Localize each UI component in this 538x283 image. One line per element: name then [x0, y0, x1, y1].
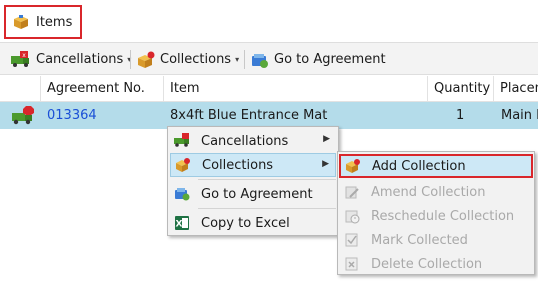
menu-item-label: Amend Collection [371, 184, 486, 200]
agreement-number-link[interactable]: 013364 [47, 102, 97, 129]
go-to-agreement-label: Go to Agreement [274, 52, 386, 67]
cancellations-dropdown-button[interactable]: x Cancellations ▾ [10, 43, 131, 76]
grid-header: Agreement No. Item Quantity Placem [0, 76, 538, 102]
menu-item-label: Copy to Excel [201, 215, 290, 231]
collection-box-icon [136, 51, 156, 69]
column-header-quantity[interactable]: Quantity [428, 76, 493, 102]
menu-item-copy-to-excel[interactable]: X Copy to Excel [170, 211, 336, 235]
menu-divider [198, 208, 336, 209]
toolbar: x Cancellations ▾ Collections ▾ Go to A [0, 42, 538, 75]
svg-text:x: x [22, 52, 26, 59]
add-collection-icon [344, 157, 362, 175]
submenu-arrow-icon: ▶ [322, 159, 329, 169]
amend-collection-icon [343, 183, 361, 201]
collections-label: Collections [160, 52, 232, 67]
chevron-down-icon: ▾ [235, 55, 240, 64]
menu-item-amend-collection[interactable]: Amend Collection [340, 180, 534, 204]
agreement-icon [250, 51, 270, 69]
menu-item-collections[interactable]: Collections ▶ [170, 153, 336, 177]
menu-item-label: Delete Collection [371, 256, 483, 272]
checklist-icon [343, 231, 361, 249]
table-row[interactable]: 013364 8x4ft Blue Entrance Mat 1 Main I [0, 102, 538, 129]
collection-box-icon [174, 156, 192, 174]
menu-item-delete-collection[interactable]: Delete Collection [340, 252, 534, 276]
box-icon [12, 13, 30, 31]
context-menu: Cancellations ▶ Collections ▶ Go to Agre… [167, 126, 339, 236]
menu-item-reschedule-collection[interactable]: Reschedule Collection [340, 204, 534, 228]
menu-item-go-to-agreement[interactable]: Go to Agreement [170, 182, 336, 206]
toolbar-divider [244, 50, 245, 69]
menu-item-label: Cancellations [201, 133, 289, 149]
truck-stop-icon [11, 106, 35, 126]
reschedule-icon [343, 207, 361, 225]
go-to-agreement-button[interactable]: Go to Agreement [250, 43, 386, 76]
menu-item-label: Reschedule Collection [371, 208, 515, 224]
collections-dropdown-button[interactable]: Collections ▾ [136, 43, 239, 76]
truck-cancel-icon: x [10, 50, 32, 69]
item-cell: 8x4ft Blue Entrance Mat [170, 108, 328, 123]
submenu-arrow-icon: ▶ [323, 134, 330, 144]
excel-icon: X [173, 214, 191, 232]
column-header-agreement-no[interactable]: Agreement No. [41, 76, 163, 102]
toolbar-divider [130, 50, 131, 69]
menu-item-label: Collections [202, 157, 274, 173]
svg-text:X: X [176, 220, 183, 230]
truck-cancel-icon [173, 132, 191, 150]
quantity-cell: 1 [456, 108, 465, 123]
menu-item-label: Go to Agreement [201, 186, 313, 202]
placement-cell: Main I [501, 108, 538, 123]
items-tab[interactable]: Items [4, 5, 82, 39]
cancellations-label: Cancellations [36, 52, 124, 67]
menu-item-label: Add Collection [372, 158, 466, 174]
agreement-icon [173, 185, 191, 203]
menu-item-label: Mark Collected [371, 232, 468, 248]
items-tab-label: Items [36, 14, 73, 30]
menu-item-mark-collected[interactable]: Mark Collected [340, 228, 534, 252]
collections-submenu: Add Collection Amend Collection Reschedu… [337, 151, 535, 275]
menu-divider [198, 179, 336, 180]
column-header-placement[interactable]: Placem [494, 76, 538, 102]
column-header-item[interactable]: Item [164, 76, 427, 102]
menu-item-add-collection[interactable]: Add Collection [339, 154, 533, 178]
delete-document-icon [343, 255, 361, 273]
menu-item-cancellations[interactable]: Cancellations ▶ [170, 129, 336, 153]
